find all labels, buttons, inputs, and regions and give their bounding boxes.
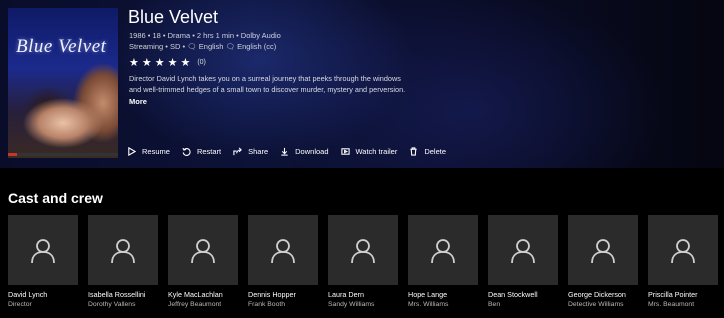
person-icon bbox=[671, 239, 695, 264]
cast-name: Dean Stockwell bbox=[488, 290, 538, 299]
cast-member[interactable]: Hope Lange Mrs. Williams bbox=[408, 215, 478, 308]
avatar bbox=[568, 215, 638, 285]
cast-name: Dennis Hopper bbox=[248, 290, 296, 299]
movie-format-info: Streaming • SD • 🗨 English 🗨 English (cc… bbox=[129, 42, 277, 51]
restart-button[interactable]: Restart bbox=[182, 147, 221, 156]
person-icon bbox=[271, 239, 295, 264]
download-label: Download bbox=[295, 147, 329, 156]
delete-label: Delete bbox=[424, 147, 447, 156]
cast-member[interactable]: David Lynch Director bbox=[8, 215, 78, 308]
cast-role: Mrs. Beaumont bbox=[648, 301, 695, 308]
cast-role: Frank Booth bbox=[248, 301, 286, 308]
cast-role: Dorothy Vallens bbox=[88, 301, 136, 308]
cast-role: Director bbox=[8, 301, 32, 308]
avatar bbox=[8, 215, 78, 285]
delete-button[interactable]: Delete bbox=[409, 147, 446, 156]
person-icon bbox=[591, 239, 615, 264]
avatar bbox=[168, 215, 238, 285]
avatar bbox=[488, 215, 558, 285]
avatar bbox=[408, 215, 478, 285]
share-label: Share bbox=[248, 147, 269, 156]
cast-name: David Lynch bbox=[8, 290, 48, 299]
avatar bbox=[248, 215, 318, 285]
person-icon bbox=[31, 239, 55, 264]
avatar bbox=[88, 215, 158, 285]
play-icon bbox=[128, 147, 136, 156]
action-bar: Resume Restart Share Download Watch trai… bbox=[127, 147, 458, 156]
avatar bbox=[328, 215, 398, 285]
cast-member[interactable]: Dean Stockwell Ben bbox=[488, 215, 558, 308]
cast-member[interactable]: Isabella Rossellini Dorothy Vallens bbox=[88, 215, 158, 308]
trailer-icon bbox=[340, 148, 350, 155]
restart-label: Restart bbox=[196, 147, 222, 156]
cast-role: Detective Williams bbox=[568, 301, 624, 308]
person-icon bbox=[351, 239, 375, 264]
cast-name: Kyle MacLachlan bbox=[168, 290, 223, 299]
restart-icon bbox=[182, 147, 191, 156]
avatar bbox=[648, 215, 718, 285]
share-icon bbox=[233, 147, 242, 156]
cast-member[interactable]: Laura Dern Sandy Williams bbox=[328, 215, 398, 308]
download-button[interactable]: Download bbox=[280, 147, 329, 156]
resume-button[interactable]: Resume bbox=[127, 147, 170, 156]
cast-section-title: Cast and crew bbox=[8, 190, 103, 206]
cast-member[interactable]: Dennis Hopper Frank Booth bbox=[248, 215, 318, 308]
person-icon bbox=[191, 239, 215, 264]
watch-progress-bar bbox=[8, 153, 118, 156]
resume-label: Resume bbox=[142, 147, 170, 156]
watch-trailer-label: Watch trailer bbox=[355, 147, 398, 156]
more-link[interactable]: More bbox=[129, 97, 147, 106]
trash-icon bbox=[410, 147, 417, 156]
person-icon bbox=[111, 239, 135, 264]
cast-name: Priscilla Pointer bbox=[648, 290, 698, 299]
cast-role: Ben bbox=[488, 301, 501, 308]
movie-meta-info: 1986 • 18 • Drama • 2 hrs 1 min • Dolby … bbox=[129, 31, 281, 40]
cast-role: Jeffrey Beaumont bbox=[168, 301, 222, 308]
cast-role: Sandy Williams bbox=[328, 301, 375, 308]
stars-icon[interactable]: ★★★★★ bbox=[129, 56, 193, 69]
share-button[interactable]: Share bbox=[233, 147, 268, 156]
cast-name: Hope Lange bbox=[408, 290, 448, 299]
poster-title: Blue Velvet bbox=[16, 36, 107, 57]
watch-trailer-button[interactable]: Watch trailer bbox=[340, 147, 398, 156]
cast-role: Mrs. Williams bbox=[408, 301, 449, 308]
cast-name: Isabella Rossellini bbox=[88, 290, 146, 299]
cast-member[interactable]: Kyle MacLachlan Jeffrey Beaumont bbox=[168, 215, 238, 308]
rating-stars[interactable]: ★★★★★ (0) bbox=[129, 56, 206, 69]
download-icon bbox=[281, 147, 288, 156]
cast-list: David Lynch Director Isabella Rossellini… bbox=[8, 215, 718, 308]
movie-poster[interactable]: Blue Velvet bbox=[8, 8, 118, 158]
cast-name: Laura Dern bbox=[328, 290, 364, 299]
movie-title: Blue Velvet bbox=[128, 7, 219, 27]
cast-member[interactable]: George Dickerson Detective Williams bbox=[568, 215, 638, 308]
rating-count: (0) bbox=[197, 59, 206, 66]
person-icon bbox=[431, 239, 455, 264]
cast-member[interactable]: Priscilla Pointer Mrs. Beaumont bbox=[648, 215, 718, 308]
watch-progress-fill bbox=[8, 153, 17, 156]
person-icon bbox=[511, 239, 535, 264]
cast-name: George Dickerson bbox=[568, 290, 626, 299]
movie-description: Director David Lynch takes you on a surr… bbox=[129, 74, 406, 94]
